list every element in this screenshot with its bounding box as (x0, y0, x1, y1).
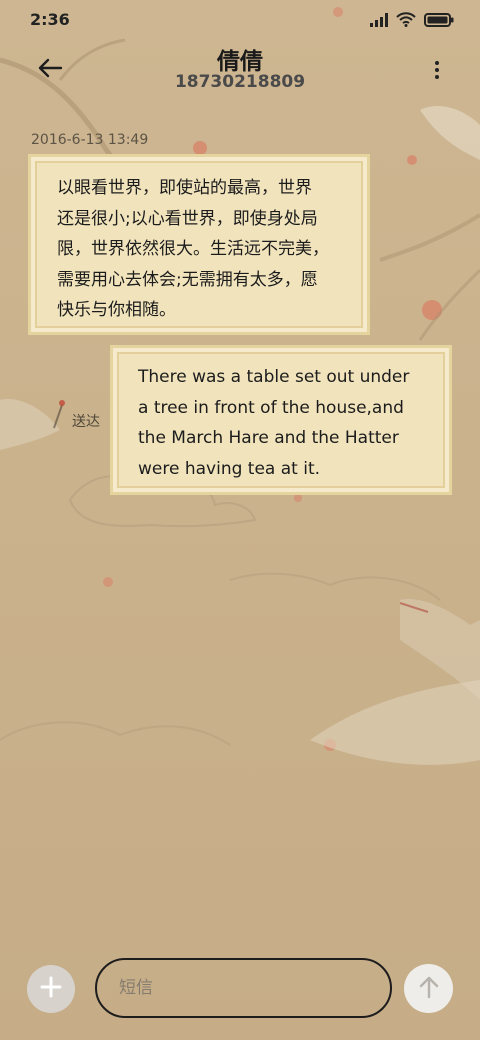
contact-number: 18730218809 (174, 72, 306, 92)
more-vertical-icon-dot (435, 75, 439, 79)
message-text: 以眼看世界，即使站的最高，世界 还是很小;以心看世界，即使身处局 限，世界依然很… (57, 173, 349, 326)
message-line: 快乐与你相随。 (57, 300, 176, 320)
message-line: were having tea at it. (138, 458, 321, 479)
message-line: There was a table set out under (138, 367, 410, 387)
add-attachment-button[interactable] (27, 965, 75, 1013)
message-line: 以眼看世界，即使站的最高，世界 (57, 178, 312, 198)
send-button[interactable] (404, 964, 453, 1013)
message-line: the March Hare and the Hatter (138, 428, 399, 448)
message-line: 需要用心去体会;无需拥有太多，愿 (57, 269, 318, 290)
message-line: 还是很小;以心看世界，即使身处局 (57, 208, 318, 229)
message-bubble-incoming[interactable]: 以眼看世界，即使站的最高，世界 还是很小;以心看世界，即使身处局 限，世界依然很… (28, 154, 370, 335)
wifi-icon (396, 12, 416, 31)
status-time: 2:36 (30, 10, 70, 29)
delivery-status: 送达 (72, 414, 100, 430)
message-bubble-outgoing[interactable]: There was a table set out under a tree i… (110, 345, 452, 495)
message-text: There was a table set out under a tree i… (138, 362, 435, 484)
more-options-button[interactable] (430, 54, 444, 86)
message-timestamp: 2016-6-13 13:49 (31, 132, 149, 148)
arrow-up-icon (418, 975, 440, 1003)
contact-name: 倩倩 (217, 49, 263, 75)
plus-icon (40, 976, 62, 1002)
status-bar: 2:36 (0, 0, 480, 40)
more-vertical-icon-dot (435, 68, 439, 72)
message-input[interactable] (95, 958, 392, 1018)
battery-icon (424, 12, 454, 31)
more-vertical-icon (435, 61, 439, 65)
message-line: 限，世界依然很大。生活远不完美， (57, 239, 329, 259)
status-icons (370, 12, 454, 31)
conversation-header: 倩倩 18730218809 (0, 40, 480, 100)
signal-icon (370, 12, 388, 31)
message-line: a tree in front of the house,and (138, 397, 404, 418)
